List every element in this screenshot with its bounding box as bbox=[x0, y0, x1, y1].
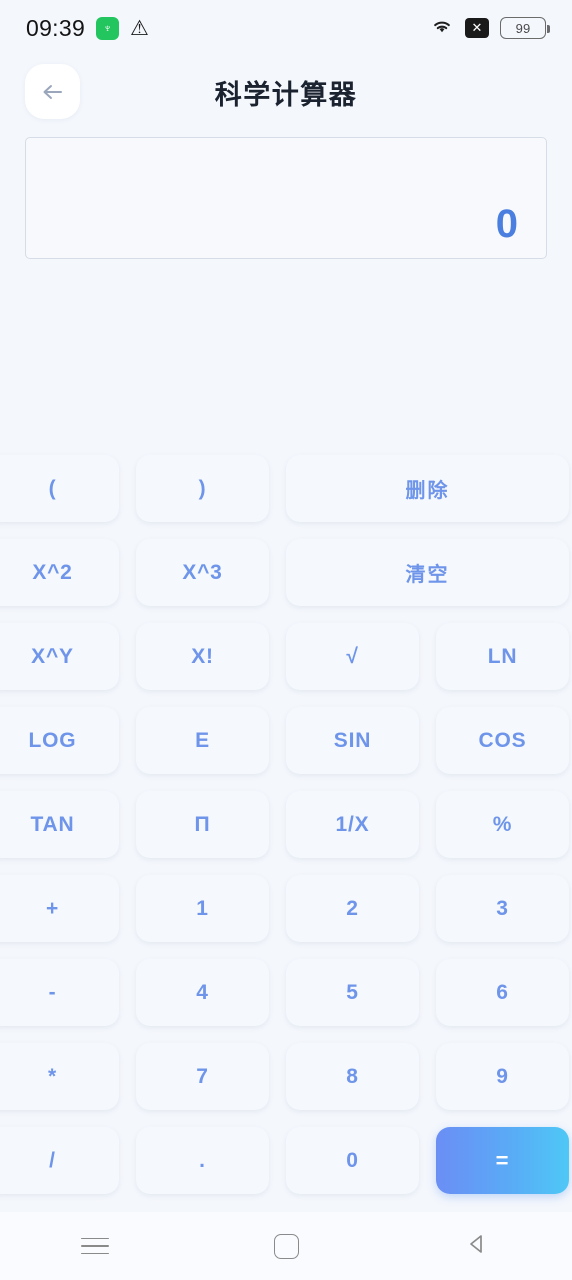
menu-icon bbox=[81, 1237, 110, 1255]
key-sin[interactable]: SIN bbox=[286, 707, 419, 774]
app-header: 科学计算器 bbox=[0, 56, 572, 128]
status-bar: 09:39 ♆ ⚠ ✕ 99 bbox=[0, 0, 572, 56]
key-multiply[interactable]: * bbox=[0, 1043, 119, 1110]
key-8[interactable]: 8 bbox=[286, 1043, 419, 1110]
keypad-row: TAN Π 1/X% bbox=[0, 791, 572, 858]
green-app-icon: ♆ bbox=[96, 16, 120, 40]
key-close-paren[interactable]: ) bbox=[136, 455, 269, 522]
display-value: 0 bbox=[495, 202, 518, 246]
back-button[interactable] bbox=[25, 64, 80, 119]
warning-triangle-icon: ⚠ bbox=[130, 16, 149, 40]
status-bar-right: ✕ 99 bbox=[430, 17, 550, 39]
back-arrow-icon bbox=[40, 82, 66, 102]
key-divide[interactable]: / bbox=[0, 1127, 119, 1194]
status-bar-left: 09:39 ♆ ⚠ bbox=[26, 15, 149, 42]
key-open-paren[interactable]: ( bbox=[0, 455, 119, 522]
x-close-box-icon: ✕ bbox=[465, 18, 489, 38]
keypad: () 删除 X^2 X^3 清空 X^Y X! √ LN LOG E SIN COS TAN Π 1/X% +1… bbox=[0, 455, 572, 1194]
battery-icon: 99 bbox=[500, 17, 550, 39]
key-3[interactable]: 3 bbox=[436, 875, 569, 942]
key-pi[interactable]: Π bbox=[136, 791, 269, 858]
key-clear[interactable]: 清空 bbox=[286, 539, 569, 606]
key-4[interactable]: 4 bbox=[136, 959, 269, 1026]
key-sqrt[interactable]: √ bbox=[286, 623, 419, 690]
key-tan[interactable]: TAN bbox=[0, 791, 119, 858]
key-9[interactable]: 9 bbox=[436, 1043, 569, 1110]
keypad-row: () 删除 bbox=[0, 455, 572, 522]
nav-home-button[interactable] bbox=[191, 1233, 382, 1259]
key-reciprocal[interactable]: 1/X bbox=[286, 791, 419, 858]
key-log[interactable]: LOG bbox=[0, 707, 119, 774]
keypad-row: /. 0 = bbox=[0, 1127, 572, 1194]
key-plus[interactable]: + bbox=[0, 875, 119, 942]
key-e[interactable]: E bbox=[136, 707, 269, 774]
system-nav-bar bbox=[0, 1212, 572, 1280]
keypad-row: * 7 8 9 bbox=[0, 1043, 572, 1110]
keypad-row: -456 bbox=[0, 959, 572, 1026]
keypad-row: +1 2 3 bbox=[0, 875, 572, 942]
home-square-icon bbox=[273, 1233, 299, 1259]
nav-back-button[interactable] bbox=[381, 1232, 572, 1261]
keypad-row: X^Y X! √ LN bbox=[0, 623, 572, 690]
calculator-display[interactable]: 0 bbox=[25, 137, 547, 259]
battery-level: 99 bbox=[515, 20, 531, 36]
nav-recents-button[interactable] bbox=[0, 1237, 191, 1255]
key-square[interactable]: X^2 bbox=[0, 539, 119, 606]
key-0[interactable]: 0 bbox=[286, 1127, 419, 1194]
wifi-icon bbox=[430, 17, 454, 39]
key-minus[interactable]: - bbox=[0, 959, 119, 1026]
status-time: 09:39 bbox=[26, 14, 86, 41]
key-1[interactable]: 1 bbox=[136, 875, 269, 942]
keypad-row: X^2 X^3 清空 bbox=[0, 539, 572, 606]
key-7[interactable]: 7 bbox=[136, 1043, 269, 1110]
key-factorial[interactable]: X! bbox=[136, 623, 269, 690]
key-power[interactable]: X^Y bbox=[0, 623, 119, 690]
key-cube[interactable]: X^3 bbox=[136, 539, 269, 606]
key-decimal[interactable]: . bbox=[136, 1127, 269, 1194]
key-cos[interactable]: COS bbox=[436, 707, 569, 774]
key-equals[interactable]: = bbox=[436, 1127, 569, 1194]
key-percent[interactable]: % bbox=[436, 791, 569, 858]
key-ln[interactable]: LN bbox=[436, 623, 569, 690]
back-triangle-icon bbox=[465, 1232, 489, 1261]
page-title: 科学计算器 bbox=[214, 79, 358, 110]
key-5[interactable]: 5 bbox=[286, 959, 419, 1026]
key-6[interactable]: 6 bbox=[436, 959, 569, 1026]
key-2[interactable]: 2 bbox=[286, 875, 419, 942]
keypad-row: LOG E SIN COS bbox=[0, 707, 572, 774]
calculator-screen: 09:39 ♆ ⚠ ✕ 99 科学计算器 0 () 删除 X^2 X^3 清空… bbox=[0, 0, 572, 1280]
key-delete[interactable]: 删除 bbox=[286, 455, 569, 522]
